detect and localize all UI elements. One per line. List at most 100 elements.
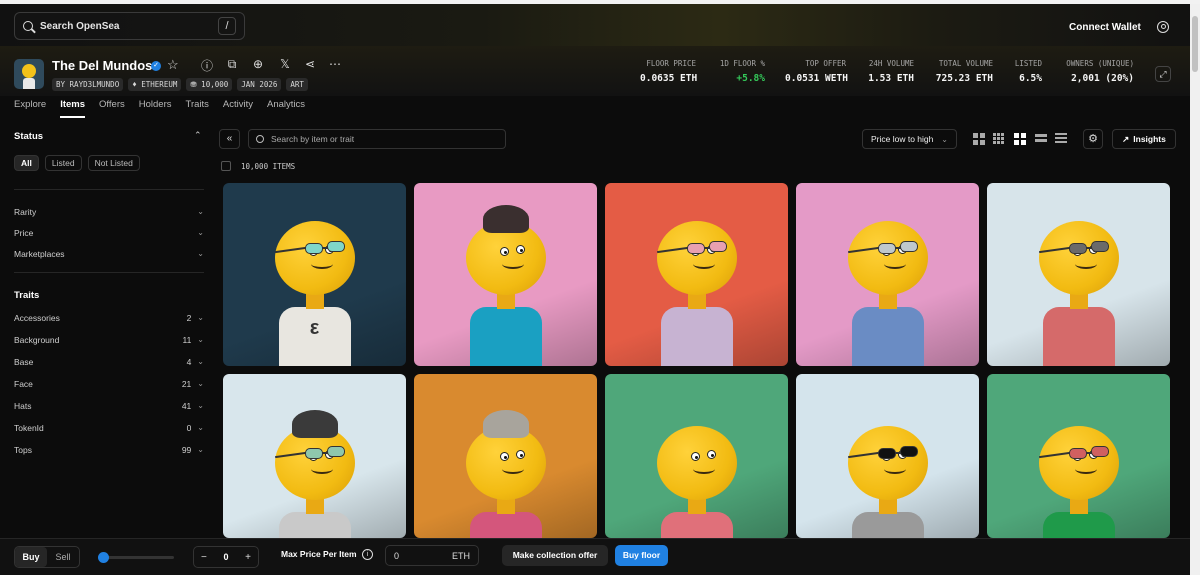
trait-face[interactable]: Face 21 ⌄ [14,379,204,389]
favorite-star-icon[interactable]: ☆ [167,57,179,73]
nft-item-card[interactable] [987,183,1170,366]
item-eye [706,450,716,459]
status-listed-button[interactable]: Listed [44,155,82,171]
stat-label: LISTED [1014,59,1042,68]
nft-item-card[interactable] [796,183,979,366]
share-icon[interactable]: ⋖ [303,57,317,71]
search-icon [256,135,264,143]
sort-dropdown[interactable]: Price low to high ⌄ [862,129,957,149]
nft-item-card[interactable] [414,374,597,538]
collapse-sidebar-button[interactable]: « [219,129,240,149]
item-search-input[interactable]: Search by item or trait [248,129,506,149]
tab-holders[interactable]: Holders [139,99,172,118]
stat-owners-unique-: OWNERS (UNIQUE) 2,001 (20%) [1062,59,1134,84]
tab-items[interactable]: Items [60,99,86,118]
copy-icon[interactable]: ⧉ [225,57,239,72]
collection-chips: BY RAYD3LMUNDO ♦ ETHEREUM ⛃ 10,000 JAN 2… [52,78,308,91]
decrement-button[interactable]: − [201,552,207,563]
max-price-label: Max Price Per Item [281,549,357,559]
filter-sidebar: Status ⌃ All Listed Not Listed Rarity ⌄ Pric… [0,122,210,538]
chevron-down-icon: ⌄ [941,134,948,144]
date-chip: JAN 2026 [237,78,282,91]
status-not-listed-button[interactable]: Not Listed [87,155,140,171]
tab-explore[interactable]: Explore [14,99,46,118]
nft-item-card[interactable] [605,374,788,538]
trait-background[interactable]: Background 11 ⌄ [14,335,204,345]
website-globe-icon[interactable]: ⊕ [251,57,265,71]
trait-hats[interactable]: Hats 41 ⌄ [14,401,204,411]
buy-tab[interactable]: Buy [15,547,47,567]
nft-item-card[interactable] [987,374,1170,538]
chevron-down-icon: ⌄ [197,401,204,410]
make-collection-offer-button[interactable]: Make collection offer [502,545,608,566]
item-smile [501,259,524,269]
category-chip: ART [286,78,308,91]
trait-count-group: 41 ⌄ [182,401,204,411]
tab-analytics[interactable]: Analytics [267,99,305,118]
item-smile [310,464,333,474]
large-grid-view-icon[interactable] [973,133,985,145]
nft-item-card[interactable]: ε [223,183,406,366]
table-view-icon[interactable] [1055,133,1067,145]
trait-count-group: 21 ⌄ [182,379,204,389]
nft-item-card[interactable] [796,374,979,538]
item-eye [515,245,525,254]
stat-value: 725.23 ETH [935,73,993,84]
filter-rarity[interactable]: Rarity ⌄ [14,207,204,217]
filter-marketplaces[interactable]: Marketplaces ⌄ [14,249,204,259]
item-eye [690,452,700,461]
tab-offers[interactable]: Offers [99,99,125,118]
nft-item-card[interactable] [223,374,406,538]
stat-listed: LISTED 6.5% [1014,59,1042,84]
quantity-slider[interactable] [98,552,174,563]
quantity-value[interactable]: 0 [223,552,228,562]
max-price-input[interactable]: 0 ETH [385,545,479,566]
trait-base[interactable]: Base 4 ⌄ [14,357,204,367]
filter-label: Price [14,228,34,238]
info-icon[interactable]: ⓘ [200,57,214,74]
connect-wallet-button[interactable]: Connect Wallet [1069,22,1141,33]
trait-accessories[interactable]: Accessories 2 ⌄ [14,313,204,323]
trait-tokenid[interactable]: TokenId 0 ⌄ [14,423,204,433]
filter-price[interactable]: Price ⌄ [14,228,204,238]
trend-icon: ↗ [1122,133,1130,144]
chevron-down-icon: ⌄ [197,335,204,344]
creator-chip[interactable]: BY RAYD3LMUNDO [52,78,124,91]
stat-label: TOP OFFER [805,59,846,68]
expand-icon[interactable]: ⤢ [1155,66,1171,82]
sort-label: Price low to high [871,134,934,144]
sell-tab[interactable]: Sell [47,547,79,567]
item-eye [499,247,509,256]
slider-handle[interactable] [98,552,109,563]
stat-total-volume: TOTAL VOLUME 725.23 ETH [935,59,993,84]
page-scrollbar[interactable] [1190,4,1200,575]
status-all-button[interactable]: All [14,155,39,171]
item-smile [501,464,524,474]
settings-gear-icon[interactable]: ⚙ [1083,129,1103,149]
trait-tops[interactable]: Tops 99 ⌄ [14,445,204,455]
nft-item-card[interactable] [414,183,597,366]
trait-count-group: 99 ⌄ [182,445,204,455]
more-options-icon[interactable]: ⋯ [328,57,342,71]
small-grid-view-icon[interactable] [993,133,1005,145]
item-head [1038,426,1119,500]
profile-icon[interactable] [1157,21,1169,33]
list-view-icon[interactable] [1035,133,1047,145]
chevron-down-icon: ⌄ [197,379,204,388]
item-shirt [278,512,351,538]
nft-item-card[interactable] [605,183,788,366]
x-twitter-icon[interactable]: 𝕏 [278,57,292,71]
increment-button[interactable]: + [245,552,251,563]
info-icon[interactable]: i [362,549,373,560]
insights-button[interactable]: ↗ Insights [1112,129,1176,149]
tab-activity[interactable]: Activity [223,99,253,118]
select-all-checkbox[interactable] [221,161,231,171]
buy-floor-button[interactable]: Buy floor [615,545,668,566]
global-search-input[interactable]: Search OpenSea / [14,12,245,40]
tab-traits[interactable]: Traits [186,99,209,118]
collapse-status-icon[interactable]: ⌃ [194,130,202,141]
medium-grid-view-icon[interactable] [1014,133,1026,145]
verified-icon: ✓ [151,61,161,71]
item-smile [310,259,333,269]
scrollbar-thumb[interactable] [1192,16,1198,72]
